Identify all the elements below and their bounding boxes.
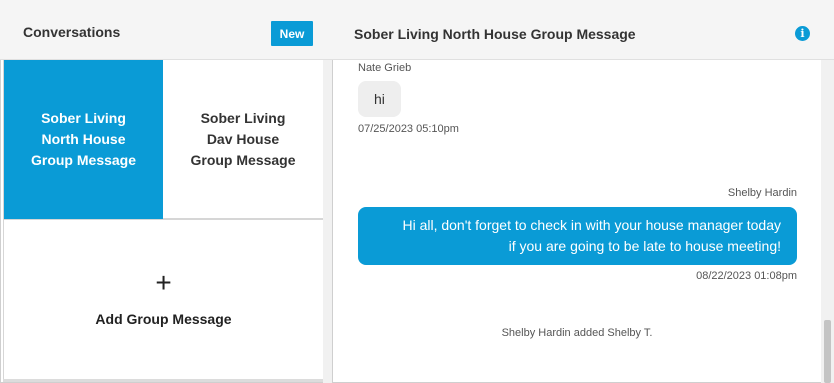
conversation-tile-label: Sober Living Dav House Group Message (190, 108, 295, 171)
message-text: hi (374, 91, 385, 107)
tile-label-line: Dav House (206, 130, 280, 147)
message-list: Nate Grieb hi 07/25/2023 05:10pm Shelby … (333, 60, 834, 383)
tile-label-line: North House (41, 131, 126, 147)
message-timestamp: 07/25/2023 05:10pm (358, 123, 459, 135)
message-bubble-outgoing: Hi all, don't forget to check in with yo… (358, 207, 797, 265)
message-bubble-incoming: hi (358, 81, 401, 117)
conversation-tile-label: Sober Living North House Group Message (31, 108, 136, 171)
message-text-line: Hi all, don't forget to check in with yo… (402, 217, 781, 233)
conversation-tile-dav-house[interactable]: Sober Living Dav House Group Message (163, 60, 323, 219)
system-note: Shelby Hardin added Shelby T. (501, 327, 653, 339)
conversation-tile-north-house[interactable]: Sober Living North House Group Message (4, 60, 163, 219)
plus-icon: + (155, 267, 172, 298)
add-group-message-tile[interactable]: + Add Group Message (4, 219, 323, 379)
message-panel: Sober Living North House Group Message i… (333, 0, 834, 383)
add-group-message-label: Add Group Message (95, 311, 232, 327)
tile-label-line: Sober Living (200, 109, 286, 126)
conversations-panel: Conversations New Sober Living North Hou… (0, 0, 333, 383)
message-sender: Nate Grieb (358, 62, 412, 74)
conversation-title: Sober Living North House Group Message (354, 26, 636, 42)
conversations-title: Conversations (23, 24, 121, 40)
message-text-line: if you are going to be late to house mee… (508, 238, 781, 254)
message-sender: Shelby Hardin (727, 187, 797, 199)
tile-label-line: Sober Living (41, 110, 126, 126)
divider (3, 379, 323, 382)
conversations-header: Conversations New (0, 0, 333, 60)
message-header: Sober Living North House Group Message i (333, 0, 834, 60)
messages-scrollbar[interactable] (821, 60, 834, 383)
scrollbar-thumb[interactable] (824, 320, 831, 383)
conversation-grid: Sober Living North House Group Message S… (3, 60, 323, 380)
tile-label-line: Group Message (190, 151, 296, 168)
tile-label-line: Group Message (30, 152, 137, 168)
conversations-scrollbar[interactable] (323, 60, 332, 383)
info-icon[interactable]: i (795, 26, 810, 41)
new-conversation-button[interactable]: New (271, 21, 313, 46)
message-timestamp: 08/22/2023 01:08pm (696, 270, 797, 282)
